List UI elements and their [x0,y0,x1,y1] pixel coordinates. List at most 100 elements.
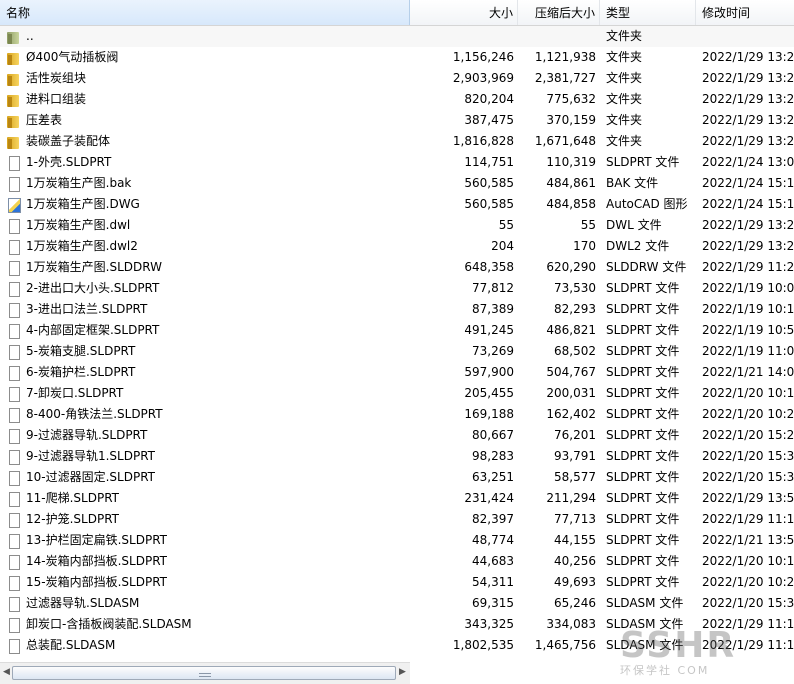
table-row[interactable]: 过滤器导轨.SLDASM 69,315 65,246 SLDASM 文件 2022/1/… [0,593,794,614]
column-type-label: 类型 [606,6,631,20]
compressed-size-cell: 68,502 [554,344,596,358]
column-header-compressed-size[interactable]: 压缩后大小 [518,0,600,25]
file-size-cell: 63,251 [472,470,514,484]
file-icon [6,575,22,591]
file-name-cell: 1万炭箱生产图.SLDDRW [0,257,410,278]
modified-time-cell: 2022/1/21 14:07 [702,365,794,379]
file-type-cell: SLDPRT 文件 [606,575,680,589]
modified-time-cell: 2022/1/29 13:20 [702,50,794,64]
table-row[interactable]: 9-过滤器导轨.SLDPRT 80,667 76,201 SLDPRT 文件 2022/… [0,425,794,446]
table-row[interactable]: 1万炭箱生产图.dwl 55 55 DWL 文件 2022/1/29 13:27 [0,215,794,236]
file-type-cell: 文件夹 [606,71,643,85]
file-type-cell: SLDPRT 文件 [606,344,680,358]
table-row[interactable]: 2-进出口大小头.SLDPRT 77,812 73,530 SLDPRT 文件 2022… [0,278,794,299]
file-size-cell: 54,311 [472,575,514,589]
scrollbar-thumb[interactable] [12,666,396,680]
file-name-label: 1万炭箱生产图.bak [26,176,132,190]
file-type-cell: SLDPRT 文件 [606,491,680,505]
file-icon [6,155,22,171]
modified-time-cell: 2022/1/20 15:39 [702,470,794,484]
compressed-size-cell: 2,381,727 [534,71,596,85]
table-row[interactable]: 进料口组装 820,204 775,632 文件夹 2022/1/29 13:20 [0,89,794,110]
sort-ascending-icon: ⌃ [201,0,210,7]
compressed-size-cell: 170 [573,239,596,253]
table-row[interactable]: 15-炭箱内部挡板.SLDPRT 54,311 49,693 SLDPRT 文件 202… [0,572,794,593]
compressed-size-cell: 162,402 [546,407,596,421]
scroll-left-icon[interactable]: ◀ [3,667,10,677]
file-icon [6,323,22,339]
modified-time-cell: 2022/1/29 13:27 [702,218,794,232]
modified-time-cell: 2022/1/20 15:39 [702,596,794,610]
column-header-name[interactable]: ⌃ 名称 [0,0,410,25]
column-header-size[interactable]: 大小 [410,0,518,25]
file-size-cell: 205,455 [464,386,514,400]
table-row[interactable]: Ø400气动插板阀 1,156,246 1,121,938 文件夹 2022/1/29 … [0,47,794,68]
table-row[interactable]: 8-400-角铁法兰.SLDPRT 169,188 162,402 SLDPRT 文件… [0,404,794,425]
file-name-cell: .. [0,26,410,47]
file-name-label: 5-炭箱支腿.SLDPRT [26,344,136,358]
table-row[interactable]: 12-护笼.SLDPRT 82,397 77,713 SLDPRT 文件 2022/1/… [0,509,794,530]
folder-icon [6,71,22,87]
file-icon [6,554,22,570]
table-row[interactable]: 3-进出口法兰.SLDPRT 87,389 82,293 SLDPRT 文件 2022/… [0,299,794,320]
horizontal-scrollbar[interactable]: ◀ ▶ [0,662,410,684]
file-name-label: 8-400-角铁法兰.SLDPRT [26,407,163,421]
file-icon [6,638,22,654]
compressed-size-cell: 620,290 [546,260,596,274]
file-icon [6,218,22,234]
file-name-label: 3-进出口法兰.SLDPRT [26,302,148,316]
compressed-size-cell [518,26,600,47]
file-type-cell: 文件夹 [606,113,643,127]
table-row[interactable]: 14-炭箱内部挡板.SLDPRT 44,683 40,256 SLDPRT 文件 202… [0,551,794,572]
column-header-type[interactable]: 类型 [600,0,696,25]
table-row[interactable]: 1万炭箱生产图.bak 560,585 484,861 BAK 文件 2022/1/24… [0,173,794,194]
file-size-cell: 48,774 [472,533,514,547]
file-size-cell: 169,188 [464,407,514,421]
column-header-modified[interactable]: 修改时间 [696,0,794,25]
file-name-label: .. [26,29,34,43]
compressed-size-cell: 484,861 [546,176,596,190]
file-name-cell: 卸炭口-含插板阀装配.SLDASM [0,614,410,635]
table-row[interactable]: 11-爬梯.SLDPRT 231,424 211,294 SLDPRT 文件 2022/… [0,488,794,509]
compressed-size-cell: 44,155 [554,533,596,547]
file-type-cell: 文件夹 [606,50,643,64]
file-name-cell: 14-炭箱内部挡板.SLDPRT [0,551,410,572]
compressed-size-cell: 110,319 [546,155,596,169]
table-row[interactable]: 9-过滤器导轨1.SLDPRT 98,283 93,791 SLDPRT 文件 2022… [0,446,794,467]
table-row[interactable]: 6-炭箱护栏.SLDPRT 597,900 504,767 SLDPRT 文件 2022… [0,362,794,383]
table-row[interactable]: 1万炭箱生产图.DWG 560,585 484,858 AutoCAD 图形 2022/… [0,194,794,215]
file-name-cell: Ø400气动插板阀 [0,47,410,68]
file-name-label: 进料口组装 [26,92,87,106]
file-type-cell: 文件夹 [606,134,643,148]
compressed-size-cell: 40,256 [554,554,596,568]
compressed-size-cell: 55 [580,218,596,232]
file-icon [6,491,22,507]
modified-time-cell: 2022/1/29 13:20 [702,134,794,148]
table-row[interactable]: 1万炭箱生产图.SLDDRW 648,358 620,290 SLDDRW 文件 202… [0,257,794,278]
file-name-label: 总装配.SLDASM [26,638,116,652]
table-row[interactable]: 1-外壳.SLDPRT 114,751 110,319 SLDPRT 文件 2022/1… [0,152,794,173]
file-name-cell: 装碳盖子装配体 [0,131,410,152]
file-type-cell: SLDPRT 文件 [606,470,680,484]
file-type-cell: SLDPRT 文件 [606,512,680,526]
table-row[interactable]: 4-内部固定框架.SLDPRT 491,245 486,821 SLDPRT 文件 20… [0,320,794,341]
table-row[interactable]: 10-过滤器固定.SLDPRT 63,251 58,577 SLDPRT 文件 2022… [0,467,794,488]
table-row[interactable]: 13-护栏固定扁铁.SLDPRT 48,774 44,155 SLDPRT 文件 202… [0,530,794,551]
modified-time-cell: 2022/1/20 10:12 [702,554,794,568]
file-size-cell: 80,667 [472,428,514,442]
parent-directory-row[interactable]: .. 文件夹 [0,26,794,47]
table-row[interactable]: 7-卸炭口.SLDPRT 205,455 200,031 SLDPRT 文件 2022/… [0,383,794,404]
table-row[interactable]: 5-炭箱支腿.SLDPRT 73,269 68,502 SLDPRT 文件 2022/1… [0,341,794,362]
table-row[interactable]: 压差表 387,475 370,159 文件夹 2022/1/29 13:20 [0,110,794,131]
table-row[interactable]: 活性炭组块 2,903,969 2,381,727 文件夹 2022/1/29 13:2… [0,68,794,89]
file-size-cell: 387,475 [464,113,514,127]
file-type-cell: 文件夹 [606,29,643,43]
compressed-size-cell: 65,246 [554,596,596,610]
table-row[interactable]: 装碳盖子装配体 1,816,828 1,671,648 文件夹 2022/1/29 13… [0,131,794,152]
table-row[interactable]: 1万炭箱生产图.dwl2 204 170 DWL2 文件 2022/1/29 13:27 [0,236,794,257]
scroll-right-icon[interactable]: ▶ [399,667,406,677]
modified-time-cell: 2022/1/29 11:18 [702,512,794,526]
file-size-cell: 491,245 [464,323,514,337]
modified-time-cell: 2022/1/29 13:20 [702,92,794,106]
modified-time-cell: 2022/1/20 10:21 [702,575,794,589]
